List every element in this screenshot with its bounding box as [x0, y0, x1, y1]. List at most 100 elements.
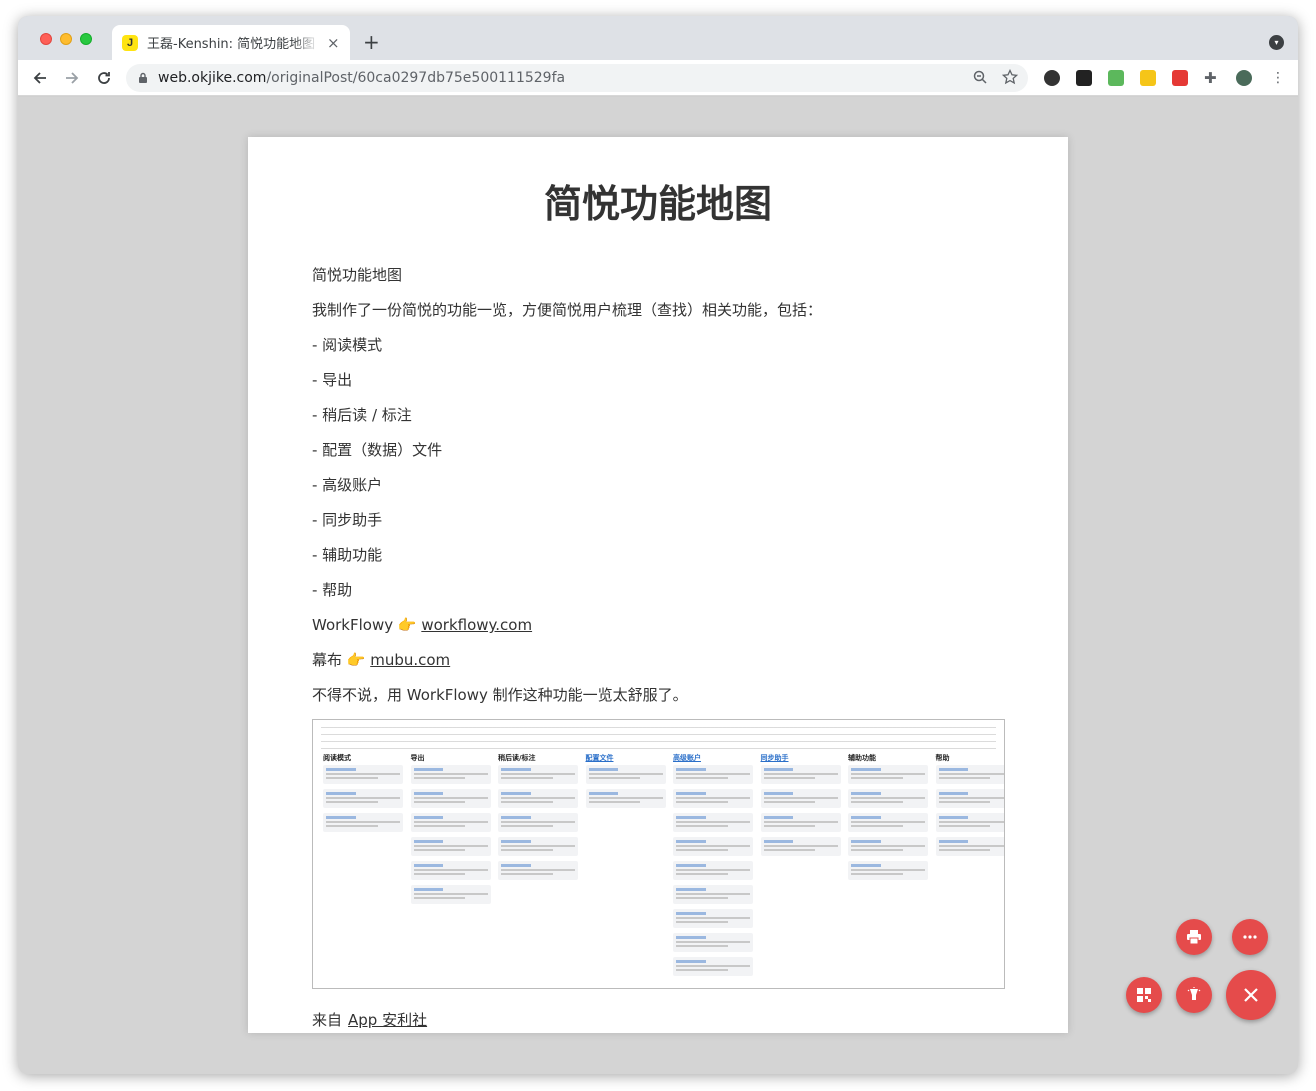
forward-arrow-icon	[66, 72, 79, 84]
article-page: 简悦功能地图 简悦功能地图 我制作了一份简悦的功能一览，方便简悦用户梳理（查找）…	[248, 137, 1068, 1033]
maximize-window-button[interactable]	[80, 33, 92, 45]
address-bar[interactable]: web.okjike.com/originalPost/60ca0297db75…	[126, 64, 1028, 92]
qrcode-button[interactable]	[1126, 977, 1162, 1013]
screenshot-column-title: 导出	[410, 754, 425, 762]
screenshot-card	[935, 837, 1004, 856]
screenshot-card	[848, 789, 928, 808]
screenshot-card	[673, 813, 753, 832]
mubu-link[interactable]: mubu.com	[370, 651, 450, 669]
jike-favicon-icon: J	[122, 34, 138, 51]
screenshot-column: 稍后读/标注	[498, 753, 578, 885]
list-item: - 高级账户	[312, 476, 383, 494]
screenshot-card	[323, 765, 403, 784]
more-button[interactable]	[1232, 919, 1268, 955]
extension-image-icon[interactable]	[1108, 70, 1124, 86]
article-body: 简悦功能地图 我制作了一份简悦的功能一览，方便简悦用户梳理（查找）相关功能，包括…	[312, 265, 1006, 720]
zoom-icon[interactable]	[972, 69, 988, 85]
article-title: 简悦功能地图	[543, 181, 772, 226]
screenshot-card	[673, 837, 753, 856]
list-item: - 导出	[312, 371, 353, 389]
new-tab-button[interactable]: +	[363, 30, 380, 54]
page-viewport: 简悦功能地图 简悦功能地图 我制作了一份简悦的功能一览，方便简悦用户梳理（查找）…	[18, 97, 1298, 1074]
screenshot-card	[935, 789, 1004, 808]
screenshot-column: 阅读模式	[323, 753, 403, 837]
screenshot-card	[673, 765, 753, 784]
extension-face-icon[interactable]	[1140, 70, 1156, 86]
screenshot-card	[760, 765, 841, 784]
screenshot-column: 配置文件	[585, 753, 666, 813]
browser-toolbar: web.okjike.com/originalPost/60ca0297db75…	[18, 60, 1298, 96]
printer-icon	[1187, 930, 1201, 945]
tab-search-icon[interactable]: ▾	[1269, 35, 1284, 50]
screenshot-intro-text	[321, 727, 996, 749]
screenshot-card	[410, 765, 491, 784]
screenshot-card	[848, 837, 928, 856]
source-link[interactable]: App 安利社	[348, 1011, 427, 1029]
screenshot-card	[760, 789, 841, 808]
workflowy-prefix: WorkFlowy 👉	[312, 616, 422, 634]
extension-b-icon[interactable]	[1076, 70, 1092, 86]
screenshot-card	[673, 957, 753, 976]
url-text: web.okjike.com/originalPost/60ca0297db75…	[158, 70, 565, 86]
bookmark-star-icon[interactable]	[1002, 69, 1018, 85]
screenshot-card	[673, 933, 753, 952]
extension-notes-icon[interactable]	[1172, 70, 1188, 86]
extension-a-icon[interactable]	[1044, 70, 1060, 86]
reload-icon	[98, 72, 110, 84]
workflowy-line: WorkFlowy 👉 workflowy.com	[312, 615, 1006, 650]
screenshot-card	[673, 789, 753, 808]
screenshot-card	[498, 861, 578, 880]
closing-paragraph: 不得不说，用 WorkFlowy 制作这种功能一览太舒服了。	[312, 686, 688, 704]
tab-close-icon[interactable]: ×	[327, 34, 340, 52]
workflowy-link[interactable]: workflowy.com	[421, 616, 532, 634]
more-icon	[1243, 935, 1257, 939]
screenshot-card	[498, 813, 578, 832]
back-button[interactable]	[30, 68, 50, 88]
screenshot-column-title: 配置文件	[585, 754, 614, 762]
screenshot-card	[848, 813, 928, 832]
screenshot-card	[848, 861, 928, 880]
screenshot-card	[585, 765, 666, 784]
screenshot-card	[760, 813, 841, 832]
list-item: - 辅助功能	[312, 546, 383, 564]
source-line: 来自 App 安利社	[312, 1009, 427, 1030]
screenshot-column: 高级账户	[673, 753, 753, 981]
screenshot-card	[935, 765, 1004, 784]
screenshot-column-title: 同步助手	[760, 754, 789, 762]
mubu-line: 幕布 👉 mubu.com	[312, 650, 1006, 685]
screenshot-card	[410, 789, 491, 808]
browser-window: J 王磊-Kenshin: 简悦功能地图 我制作了一份简悦的功能一览 × + ▾…	[18, 16, 1298, 1074]
avatar[interactable]	[1236, 70, 1252, 86]
screenshot-card	[848, 765, 928, 784]
screenshot-column: 同步助手	[760, 753, 841, 861]
screenshot-card	[585, 789, 666, 808]
screenshot-column: 帮助	[935, 753, 1004, 861]
close-icon	[1244, 988, 1258, 1002]
screenshot-card	[498, 765, 578, 784]
list-item: - 阅读模式	[312, 336, 383, 354]
close-window-button[interactable]	[40, 33, 52, 45]
focus-mode-button[interactable]	[1176, 977, 1212, 1013]
screenshot-column-title: 辅助功能	[848, 754, 876, 762]
screenshot-column: 辅助功能	[848, 753, 928, 885]
list-item: - 帮助	[312, 581, 353, 599]
list-item: - 同步助手	[312, 511, 383, 529]
lock-icon	[139, 72, 147, 83]
screenshot-column-title: 稍后读/标注	[498, 754, 536, 762]
print-button[interactable]	[1176, 919, 1212, 955]
source-prefix: 来自	[312, 1011, 343, 1029]
screenshot-card	[323, 813, 403, 832]
feature-map-screenshot: 阅读模式 导出 稍后读/标注 配置文件 高级账户 同步助手 辅助功能 帮助	[312, 719, 1005, 989]
screenshot-card	[410, 861, 491, 880]
screenshot-card	[410, 837, 491, 856]
screenshot-card	[410, 813, 491, 832]
menu-kebab-icon[interactable]: ⋮	[1270, 70, 1286, 86]
active-tab[interactable]: J 王磊-Kenshin: 简悦功能地图 我制作了一份简悦的功能一览 ×	[112, 25, 350, 60]
minimize-window-button[interactable]	[60, 33, 72, 45]
extensions-puzzle-icon[interactable]: ✚	[1204, 70, 1220, 86]
forward-button[interactable]	[62, 68, 82, 88]
screenshot-column-title: 阅读模式	[323, 754, 351, 762]
screenshot-card	[935, 813, 1004, 832]
reload-button[interactable]	[94, 68, 114, 88]
close-reader-button[interactable]	[1226, 970, 1276, 1020]
